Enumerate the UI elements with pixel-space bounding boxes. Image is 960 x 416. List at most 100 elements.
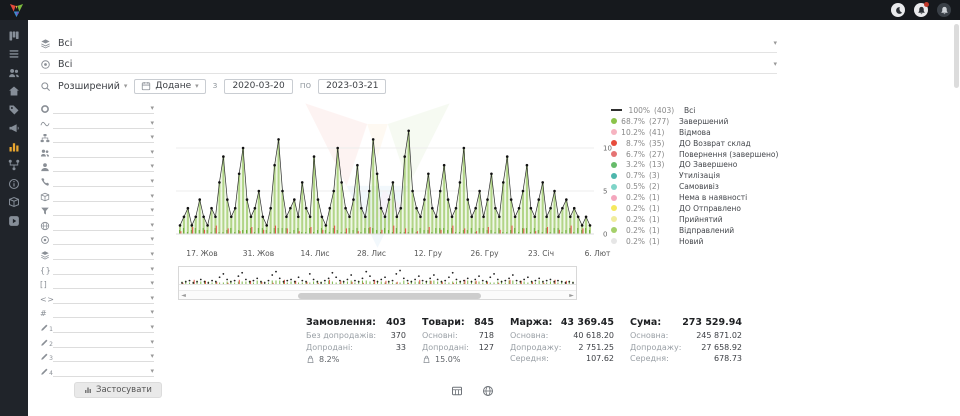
filter-select[interactable]: ▾ bbox=[53, 266, 154, 275]
client-filter[interactable]: ▾ bbox=[40, 160, 154, 172]
upsell-percent-row: 15.0% bbox=[422, 355, 494, 364]
dynamics-filter[interactable]: ▾ bbox=[40, 117, 154, 129]
filter-select[interactable]: ▾ bbox=[53, 251, 154, 260]
filter-select[interactable]: ▾ bbox=[53, 149, 154, 158]
app-logo-icon[interactable] bbox=[9, 3, 24, 18]
custom-field-1-filter[interactable]: 1▾ bbox=[40, 321, 154, 333]
utm-medium-filter[interactable]: [ ]▾ bbox=[40, 277, 154, 289]
legend-item[interactable]: 0.2%(1)Прийнятий bbox=[611, 214, 778, 225]
advanced-filter-toggle[interactable]: Розширений ▾ bbox=[58, 81, 127, 92]
legend-item[interactable]: 68.7%(277)Завершений bbox=[611, 116, 778, 127]
sidebar-item-tutorials[interactable] bbox=[7, 214, 22, 227]
sidebar-item-clients[interactable] bbox=[7, 66, 22, 79]
chart-scrollbar[interactable]: ◄ ► bbox=[179, 290, 576, 299]
managers-filter[interactable]: ▾ bbox=[40, 146, 154, 158]
sidebar-item-orders[interactable] bbox=[7, 48, 22, 61]
scroll-left-icon[interactable]: ◄ bbox=[179, 291, 188, 300]
layers-filter[interactable]: ▾ bbox=[40, 248, 154, 260]
legend-item[interactable]: 0.7%(3)Утилізація bbox=[611, 170, 778, 181]
notifications-button[interactable] bbox=[914, 3, 928, 17]
chart-overview[interactable]: ◄ ► bbox=[178, 266, 577, 300]
legend-count: (3) bbox=[649, 171, 675, 180]
phone-filter[interactable]: ▾ bbox=[40, 175, 154, 187]
stat-label: Допродажу: bbox=[510, 343, 561, 355]
legend-item[interactable]: 3.2%(13)ДО Завершено bbox=[611, 159, 778, 170]
apply-button[interactable]: Застосувати bbox=[74, 382, 162, 398]
filter-select[interactable]: ▾ bbox=[53, 353, 154, 362]
filter-select[interactable]: ▾ bbox=[53, 280, 154, 289]
sidebar-item-info[interactable] bbox=[7, 177, 22, 190]
status-group-filter[interactable]: ▾ bbox=[40, 102, 154, 114]
sidebar-item-marketing[interactable] bbox=[7, 122, 22, 135]
scroll-right-icon[interactable]: ► bbox=[567, 291, 576, 300]
structure-filter[interactable]: ▾ bbox=[40, 131, 154, 143]
user-icon bbox=[40, 162, 50, 172]
legend-label: Відмова bbox=[679, 128, 711, 137]
filter-select[interactable]: ▾ bbox=[53, 178, 154, 187]
custom-field-2-filter[interactable]: 2▾ bbox=[40, 336, 154, 348]
sidebar-item-apps[interactable] bbox=[7, 196, 22, 209]
utm-campaign-filter[interactable]: < >▾ bbox=[40, 292, 154, 304]
status-filter-select[interactable]: Всі ▾ bbox=[40, 56, 777, 74]
filter-select[interactable]: ▾ bbox=[53, 222, 154, 231]
tag-icon bbox=[8, 104, 20, 116]
filter-select[interactable]: ▾ bbox=[53, 163, 154, 172]
filter-select[interactable]: ▾ bbox=[53, 134, 154, 143]
svg-text:0: 0 bbox=[603, 231, 607, 239]
filter-select[interactable]: ▾ bbox=[53, 295, 154, 304]
channel-filter-select[interactable]: Всі ▾ bbox=[40, 35, 777, 53]
globe-view-button[interactable] bbox=[482, 385, 494, 397]
table-view-button[interactable] bbox=[451, 385, 463, 397]
date-from-input[interactable]: 2020-03-20 bbox=[224, 79, 292, 94]
summary-stats: Замовлення:403Без допродажів:370Допродан… bbox=[306, 317, 742, 366]
filter-select[interactable]: ▾ bbox=[53, 324, 154, 333]
product-filter[interactable]: ▾ bbox=[40, 190, 154, 202]
legend-item[interactable]: 8.7%(35)ДО Возврат склад bbox=[611, 138, 778, 149]
alerts-button[interactable] bbox=[937, 3, 951, 17]
filter-select[interactable]: ▾ bbox=[53, 368, 154, 377]
legend-item[interactable]: 100%(403)Всі bbox=[611, 105, 778, 116]
legend-item[interactable]: 0.2%(1)Відправлений bbox=[611, 225, 778, 236]
filter-select[interactable]: ▾ bbox=[53, 309, 154, 318]
custom-field-4-filter[interactable]: 4▾ bbox=[40, 365, 154, 377]
filter-select[interactable]: ▾ bbox=[53, 105, 154, 114]
date-field-select[interactable]: Додане ▾ bbox=[134, 79, 205, 94]
legend-percent: 8.7% bbox=[621, 139, 645, 148]
page-scrollbar[interactable] bbox=[954, 24, 959, 88]
sidebar-item-analytics[interactable] bbox=[7, 140, 22, 153]
legend-item[interactable]: 6.7%(27)Повернення (завершено) bbox=[611, 149, 778, 160]
target-filter[interactable]: ▾ bbox=[40, 233, 154, 245]
filter-select[interactable]: ▾ bbox=[53, 207, 154, 216]
x-tick-label: 14. Лис bbox=[301, 249, 330, 258]
geo-filter[interactable]: ▾ bbox=[40, 219, 154, 231]
stat-row: Допродажу:2 751.25 bbox=[510, 343, 614, 355]
legend-item[interactable]: 0.2%(1)Нема в наявності bbox=[611, 192, 778, 203]
legend-dot-swatch bbox=[611, 195, 617, 201]
info-icon bbox=[8, 178, 20, 190]
utm-term-filter[interactable]: #▾ bbox=[40, 306, 154, 318]
filter-select[interactable]: ▾ bbox=[53, 236, 154, 245]
legend-item[interactable]: 10.2%(41)Відмова bbox=[611, 127, 778, 138]
filter-select[interactable]: ▾ bbox=[53, 120, 154, 129]
filter-select[interactable]: ▾ bbox=[53, 193, 154, 202]
sidebar-item-boards[interactable] bbox=[7, 29, 22, 42]
legend-count: (1) bbox=[649, 204, 675, 213]
scrollbar-thumb[interactable] bbox=[298, 293, 481, 299]
layers-icon bbox=[40, 38, 51, 49]
legend-item[interactable]: 0.2%(1)ДО Отправлено bbox=[611, 203, 778, 214]
legend-item[interactable]: 0.5%(2)Самовивіз bbox=[611, 181, 778, 192]
legend-count: (1) bbox=[649, 215, 675, 224]
date-to-input[interactable]: 2023-03-21 bbox=[318, 79, 386, 94]
orders-chart[interactable]: 0510 bbox=[176, 100, 624, 245]
filter-select[interactable]: ▾ bbox=[53, 339, 154, 348]
utm-source-filter[interactable]: { }▾ bbox=[40, 263, 154, 275]
custom-field-3-filter[interactable]: 3▾ bbox=[40, 350, 154, 362]
legend-item[interactable]: 0.2%(1)Новий bbox=[611, 236, 778, 247]
sidebar-item-shop[interactable] bbox=[7, 85, 22, 98]
theme-toggle-button[interactable] bbox=[891, 3, 905, 17]
sidebar-item-products[interactable] bbox=[7, 103, 22, 116]
sidebar-item-automation[interactable] bbox=[7, 159, 22, 172]
users-icon bbox=[40, 148, 50, 158]
funnel-filter[interactable]: ▾ bbox=[40, 204, 154, 216]
search-icon[interactable] bbox=[40, 81, 51, 92]
